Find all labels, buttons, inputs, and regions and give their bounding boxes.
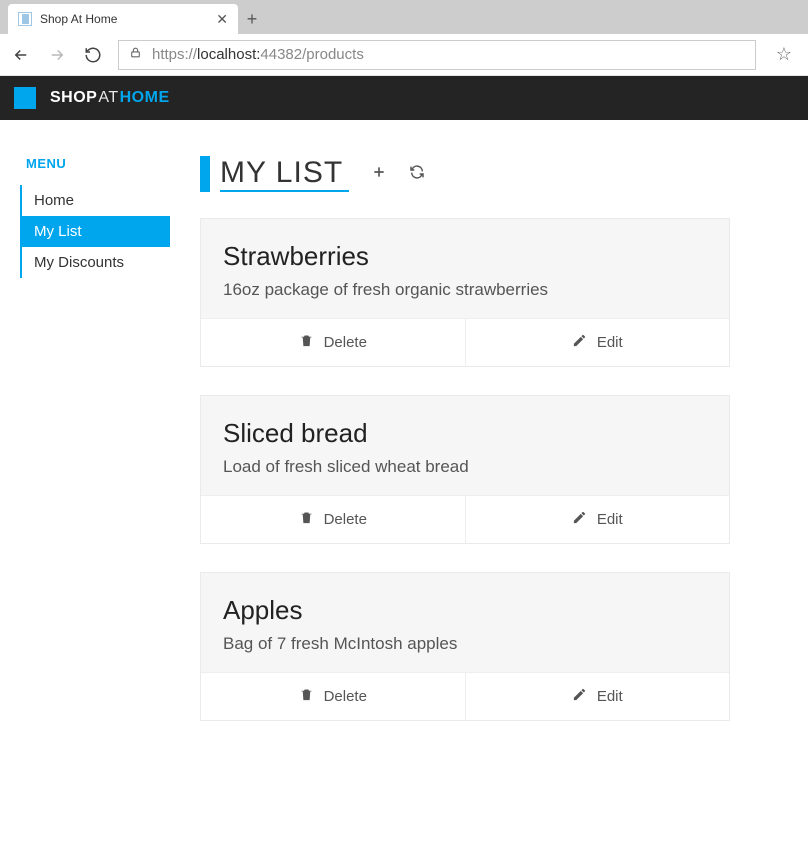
- delete-button[interactable]: Delete: [201, 496, 466, 543]
- delete-label: Delete: [324, 511, 367, 528]
- sidebar-item-my-list[interactable]: My List: [22, 216, 170, 247]
- edit-label: Edit: [597, 688, 623, 705]
- delete-label: Delete: [324, 688, 367, 705]
- sidebar-item-home[interactable]: Home: [22, 185, 170, 216]
- brand-text: SHOPATHOME: [50, 89, 170, 107]
- delete-button[interactable]: Delete: [201, 673, 466, 720]
- product-card: Strawberries 16oz package of fresh organi…: [200, 218, 730, 367]
- product-description: Bag of 7 fresh McIntosh apples: [223, 634, 707, 654]
- favorite-button[interactable]: ☆: [770, 44, 798, 65]
- trash-icon: [299, 510, 314, 529]
- product-name: Strawberries: [223, 241, 707, 272]
- lock-icon: [129, 46, 142, 63]
- refresh-list-button[interactable]: [409, 164, 425, 185]
- product-card: Apples Bag of 7 fresh McIntosh apples Dele…: [200, 572, 730, 721]
- new-tab-button[interactable]: +: [238, 4, 266, 34]
- product-description: Load of fresh sliced wheat bread: [223, 457, 707, 477]
- delete-button[interactable]: Delete: [201, 319, 466, 366]
- logo-icon: [14, 87, 36, 109]
- address-bar[interactable]: https://localhost:44382/products: [118, 40, 756, 70]
- add-button[interactable]: [371, 164, 387, 185]
- forward-button[interactable]: [46, 46, 68, 64]
- main-content: MY LIST Strawberries 16oz package of fres…: [200, 156, 730, 749]
- back-button[interactable]: [10, 46, 32, 64]
- edit-icon: [572, 333, 587, 352]
- browser-chrome: Shop At Home ✕ + https://localhost:44382…: [0, 0, 808, 76]
- menu-heading: MENU: [20, 156, 170, 171]
- browser-tab[interactable]: Shop At Home ✕: [8, 4, 238, 34]
- sidebar: MENU Home My List My Discounts: [20, 156, 170, 749]
- edit-button[interactable]: Edit: [466, 496, 730, 543]
- delete-label: Delete: [324, 334, 367, 351]
- favicon-icon: [18, 12, 32, 26]
- edit-icon: [572, 687, 587, 706]
- refresh-button[interactable]: [82, 46, 104, 64]
- app-header: SHOPATHOME: [0, 76, 808, 120]
- edit-button[interactable]: Edit: [466, 673, 730, 720]
- trash-icon: [299, 333, 314, 352]
- tab-title: Shop At Home: [40, 12, 208, 26]
- edit-label: Edit: [597, 334, 623, 351]
- product-name: Apples: [223, 595, 707, 626]
- product-description: 16oz package of fresh organic strawberri…: [223, 280, 707, 300]
- title-accent-bar: [200, 156, 210, 192]
- url-text: https://localhost:44382/products: [152, 46, 364, 63]
- page-title: MY LIST: [220, 156, 349, 192]
- sidebar-item-my-discounts[interactable]: My Discounts: [22, 247, 170, 278]
- edit-label: Edit: [597, 511, 623, 528]
- trash-icon: [299, 687, 314, 706]
- edit-button[interactable]: Edit: [466, 319, 730, 366]
- product-card: Sliced bread Load of fresh sliced wheat b…: [200, 395, 730, 544]
- close-tab-icon[interactable]: ✕: [216, 11, 228, 28]
- product-name: Sliced bread: [223, 418, 707, 449]
- edit-icon: [572, 510, 587, 529]
